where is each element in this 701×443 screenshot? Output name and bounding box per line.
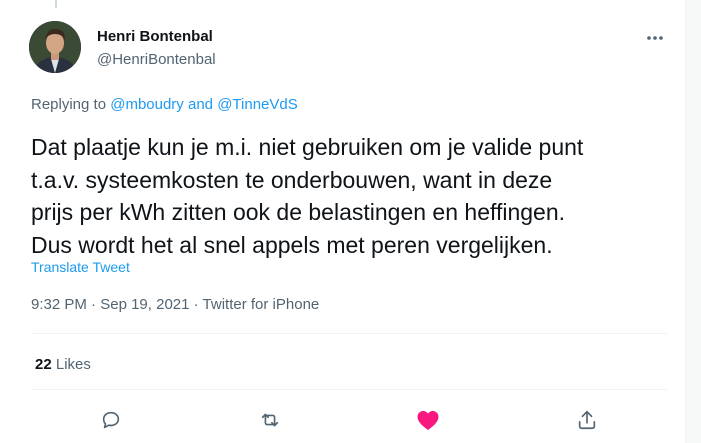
tweet-text-line: Dat plaatje kun je m.i. niet gebruiken o…	[31, 134, 584, 160]
more-horizontal-icon[interactable]	[643, 26, 667, 50]
likes-label: Likes	[55, 356, 91, 373]
tweet-date[interactable]: Sep 19, 2021	[100, 296, 189, 313]
reply-mention-1[interactable]: @mboudry	[110, 96, 184, 113]
share-icon[interactable]	[574, 407, 600, 433]
tweet-text-line: prijs per kWh zitten ook de belastingen …	[31, 199, 566, 225]
author-display-name[interactable]: Henri Bontenbal	[97, 28, 213, 45]
avatar[interactable]	[29, 21, 81, 73]
tweet-source[interactable]: Twitter for iPhone	[203, 296, 320, 313]
author-handle[interactable]: @HenriBontenbal	[97, 51, 216, 68]
tweet-card: Henri Bontenbal @HenriBontenbal Replying…	[0, 0, 686, 443]
replying-prefix: Replying to	[31, 96, 107, 113]
tweet-time[interactable]: 9:32 PM	[31, 296, 87, 313]
translate-tweet-link[interactable]: Translate Tweet	[31, 259, 130, 275]
tweet-text: Dat plaatje kun je m.i. niet gebruiken o…	[31, 131, 671, 261]
divider	[31, 333, 667, 334]
reply-icon[interactable]	[98, 407, 124, 433]
reply-mention-2[interactable]: @TinneVdS	[217, 96, 298, 113]
tweet-text-line: Dus wordt het al snel appels met peren v…	[31, 231, 553, 258]
retweet-icon[interactable]	[257, 407, 283, 433]
thread-connector	[55, 0, 57, 8]
meta-separator: ·	[91, 296, 97, 313]
likes-count[interactable]: 22 Likes	[35, 356, 91, 373]
replying-to: Replying to @mboudry and @TinneVdS	[31, 96, 298, 113]
meta-separator: ·	[193, 296, 199, 313]
heart-filled-icon[interactable]	[415, 407, 441, 433]
divider	[31, 389, 667, 390]
tweet-text-line: t.a.v. systeemkosten te onderbouwen, wan…	[31, 166, 553, 193]
likes-number: 22	[35, 356, 52, 373]
tweet-metadata: 9:32 PM · Sep 19, 2021 · Twitter for iPh…	[31, 296, 319, 313]
reply-mention-conj[interactable]: and	[188, 96, 213, 113]
